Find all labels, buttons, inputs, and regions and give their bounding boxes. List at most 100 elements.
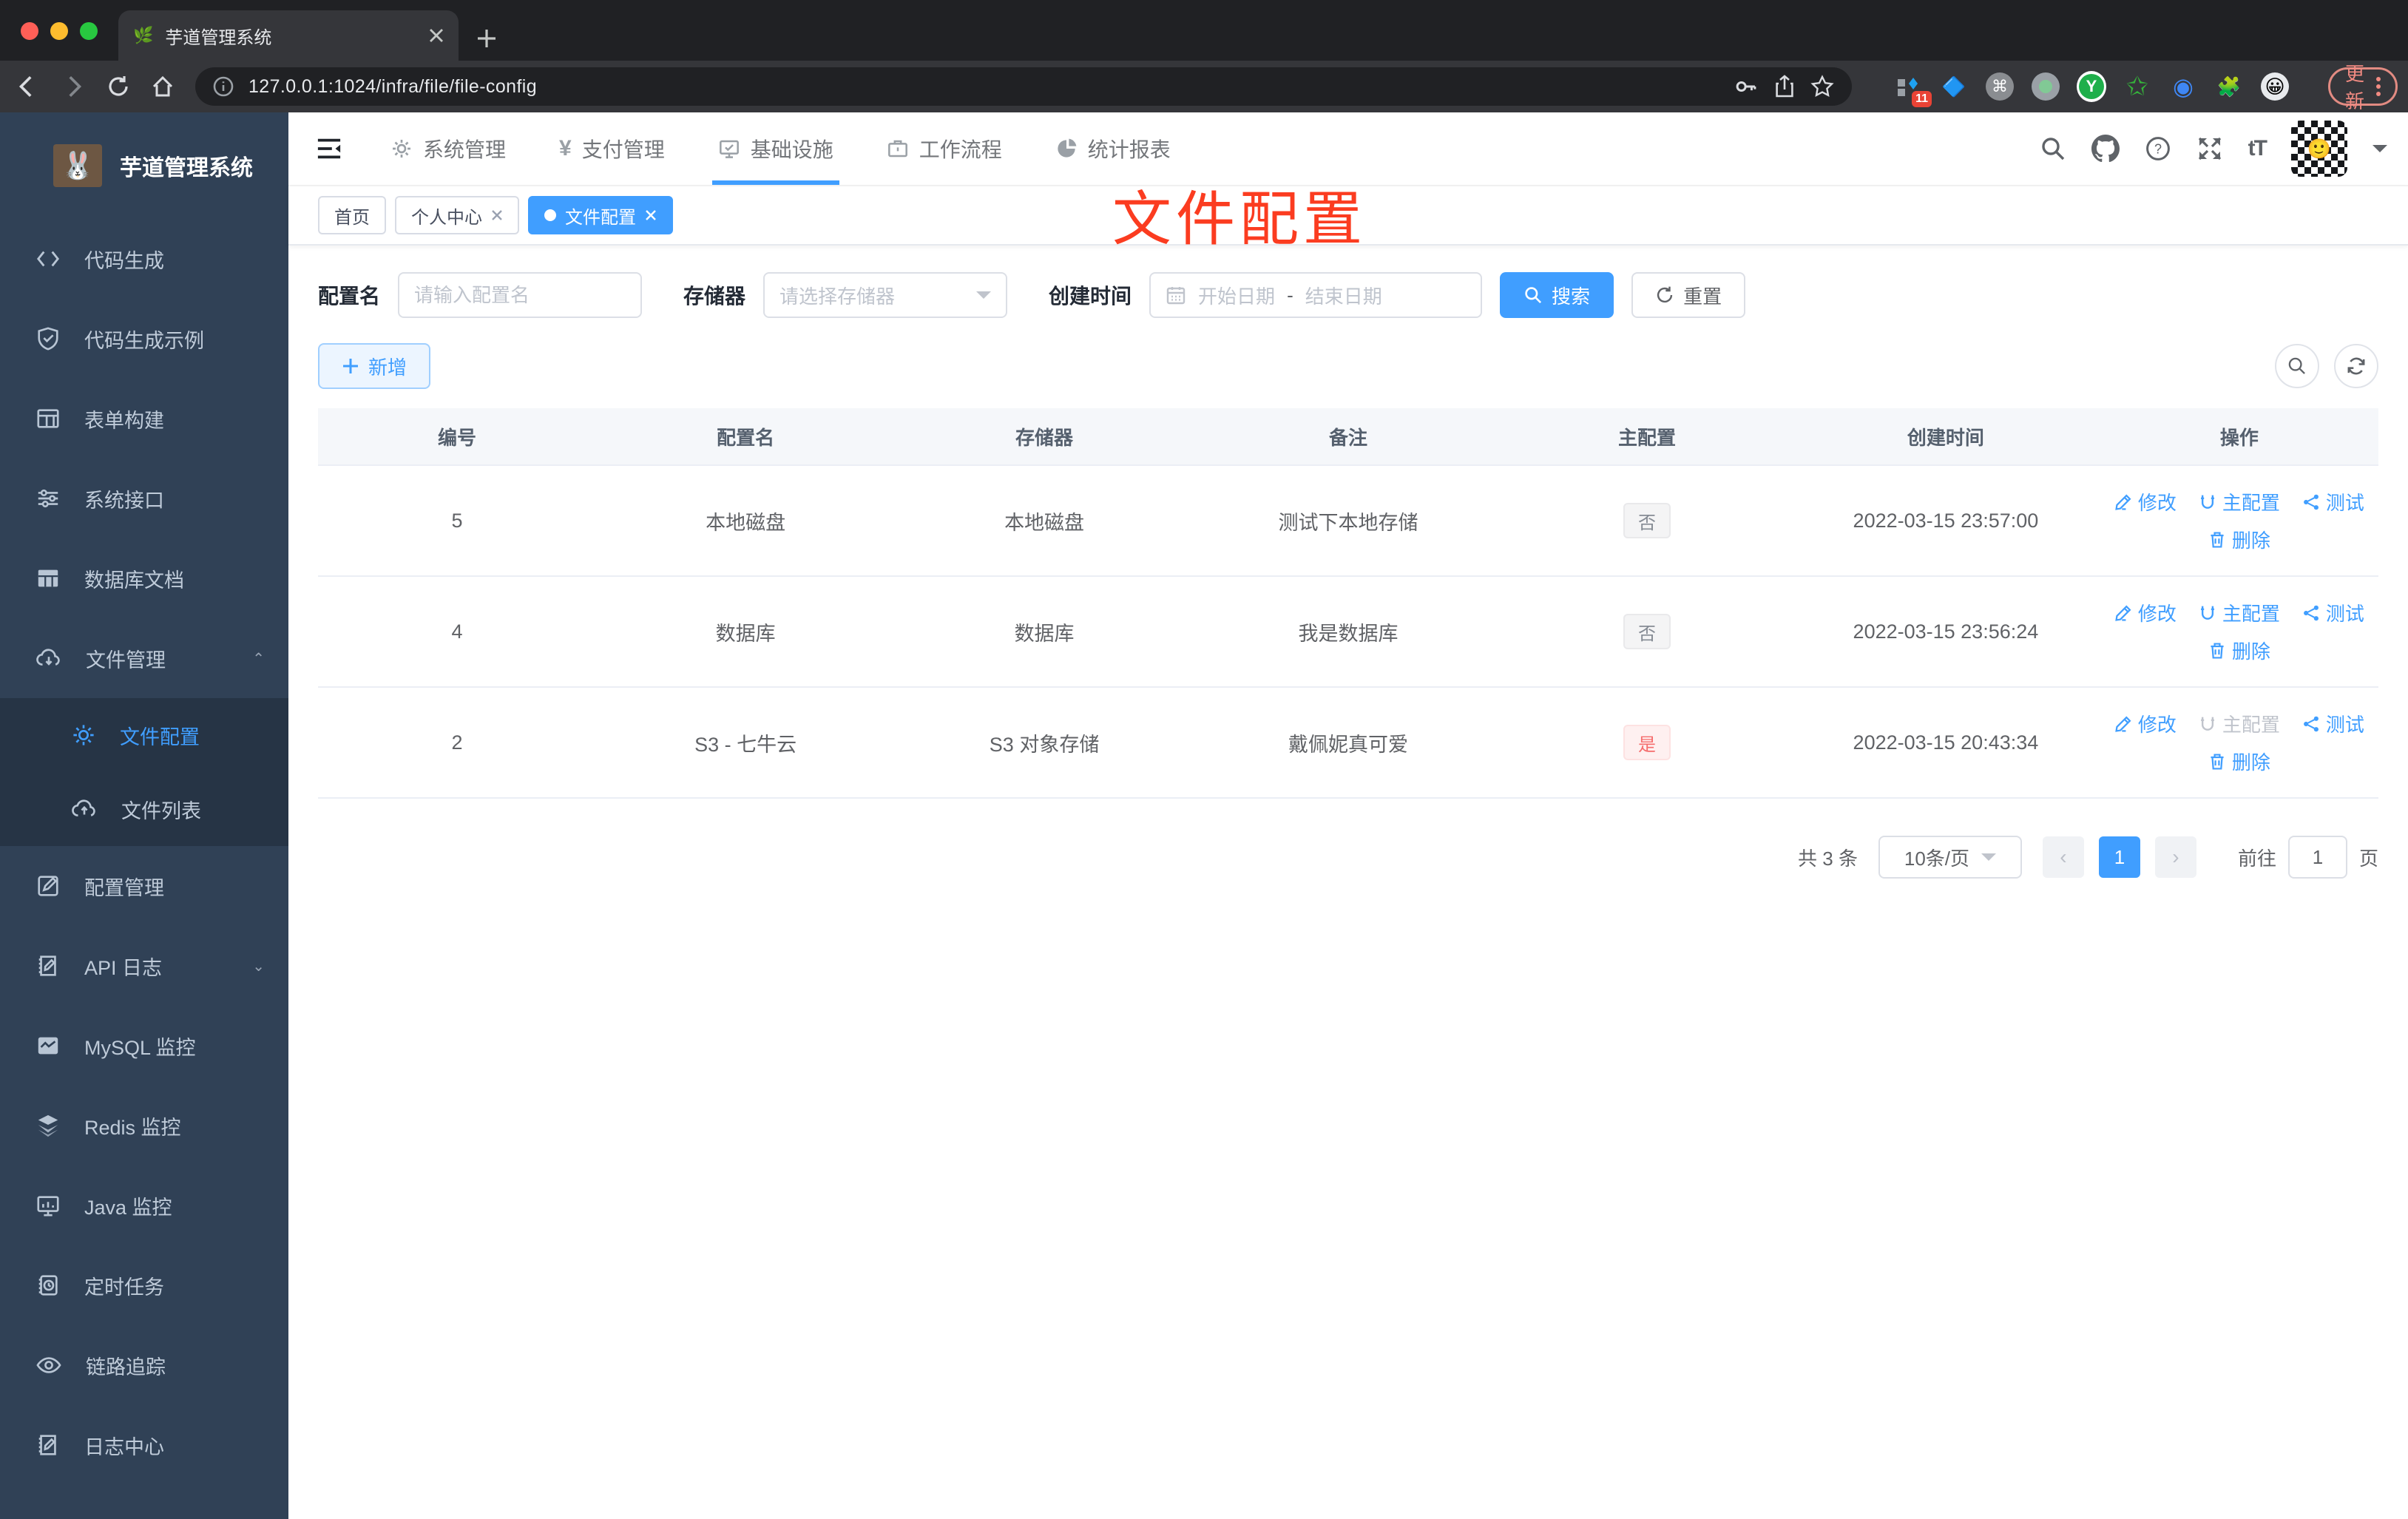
sidebar-item-api-log[interactable]: API 日志 ⌄	[0, 926, 288, 1006]
sidebar-item-form-builder[interactable]: 表单构建	[0, 379, 288, 459]
tag-home[interactable]: 首页	[318, 196, 386, 234]
cell-id: 5	[451, 509, 463, 532]
sidebar-item-config-management[interactable]: 配置管理	[0, 846, 288, 926]
page-number-current[interactable]: 1	[2098, 836, 2140, 878]
nav-item-system[interactable]: 系统管理	[364, 112, 532, 185]
date-range-picker[interactable]: 开始日期 - 结束日期	[1149, 272, 1483, 318]
minimize-window-button[interactable]	[50, 22, 68, 40]
extension-star-icon[interactable]: ✩	[2123, 71, 2152, 101]
sidebar-item-mysql-monitor[interactable]: MySQL 监控	[0, 1006, 288, 1086]
master-tag: 是	[1623, 725, 1671, 760]
extensions-puzzle-icon[interactable]: 🧩	[2214, 72, 2244, 101]
nav-item-workflow[interactable]: 工作流程	[860, 112, 1029, 185]
avatar-emoji: 🙂	[2307, 137, 2332, 160]
font-size-icon[interactable]: tT	[2248, 136, 2267, 161]
tag-file-config[interactable]: 文件配置	[528, 196, 673, 234]
browser-menu-icon[interactable]	[2376, 77, 2381, 96]
briefcase-icon	[887, 138, 909, 160]
search-button[interactable]: 搜索	[1500, 272, 1614, 318]
sidebar-item-trace[interactable]: 链路追踪	[0, 1325, 288, 1405]
add-button[interactable]: 新增	[318, 343, 431, 389]
sidebar-item-java-monitor[interactable]: Java 监控	[0, 1166, 288, 1245]
extension-emoji-icon[interactable]: 😀	[2260, 72, 2290, 101]
search-icon[interactable]	[2040, 135, 2066, 162]
address-bar[interactable]: 127.0.0.1:1024/infra/file/file-config	[195, 67, 1852, 106]
refresh-table-button[interactable]	[2334, 344, 2378, 388]
back-icon[interactable]	[15, 74, 40, 99]
forward-icon[interactable]	[61, 74, 86, 99]
add-button-label: 新增	[368, 356, 407, 379]
sidebar-item-file-config[interactable]: 文件配置	[0, 698, 288, 772]
help-icon[interactable]: ?	[2145, 135, 2171, 162]
table-toolbar: 新增	[318, 343, 2378, 389]
edit-action[interactable]: 修改	[2114, 599, 2177, 626]
config-name-input[interactable]	[398, 272, 643, 318]
browser-tab-strip: 🌿 芋道管理系统	[0, 0, 2408, 61]
storage-select[interactable]: 请选择存储器	[763, 272, 1008, 318]
sidebar-item-log-center[interactable]: 日志中心	[0, 1405, 288, 1485]
extension-grid-icon[interactable]: 11	[1893, 72, 1932, 107]
extension-recorder-icon[interactable]	[2031, 72, 2060, 101]
test-action[interactable]: 测试	[2302, 488, 2364, 515]
extension-y-logo-icon[interactable]: Y	[2077, 71, 2106, 102]
show-search-toggle-button[interactable]	[2275, 344, 2319, 388]
tag-close-icon[interactable]	[491, 209, 503, 221]
nav-item-label: 统计报表	[1087, 138, 1171, 161]
app-logo[interactable]: 🐰 芋道管理系统	[0, 112, 288, 219]
master-action[interactable]: 主配置	[2199, 488, 2280, 515]
goto-page-input[interactable]	[2287, 836, 2347, 879]
home-icon[interactable]	[151, 75, 175, 98]
master-action[interactable]: 主配置	[2199, 599, 2280, 626]
sidebar-collapse-icon[interactable]	[288, 136, 364, 161]
extension-gem-icon[interactable]: 🔷	[1939, 72, 1969, 101]
macos-window-controls[interactable]	[0, 22, 118, 61]
zoom-window-button[interactable]	[80, 22, 98, 40]
url-text[interactable]: 127.0.0.1:1024/infra/file/file-config	[248, 76, 1719, 98]
sidebar-item-system-api[interactable]: 系统接口	[0, 459, 288, 538]
delete-action[interactable]: 删除	[2208, 637, 2270, 664]
browser-tab[interactable]: 🌿 芋道管理系统	[118, 10, 459, 61]
sidebar-item-label: API 日志	[84, 956, 163, 979]
test-action[interactable]: 测试	[2302, 599, 2364, 626]
logo-rabbit-image: 🐰	[53, 144, 102, 187]
github-icon[interactable]	[2091, 135, 2120, 163]
sidebar-item-file-management[interactable]: 文件管理 ⌃	[0, 618, 288, 698]
sidebar-item-db-doc[interactable]: 数据库文档	[0, 538, 288, 618]
user-menu-caret-icon[interactable]	[2373, 145, 2387, 160]
tab-close-icon[interactable]	[429, 28, 444, 43]
browser-update-button[interactable]: 更新	[2328, 63, 2398, 112]
tag-close-icon[interactable]	[645, 209, 657, 221]
extension-command-icon[interactable]: ⌘	[1985, 72, 2015, 101]
bookmark-star-icon[interactable]	[1810, 75, 1834, 98]
sidebar-item-code-example[interactable]: 代码生成示例	[0, 299, 288, 379]
yen-icon: ¥	[559, 136, 572, 160]
edit-action[interactable]: 修改	[2114, 710, 2177, 737]
sidebar-item-file-list[interactable]: 文件列表	[0, 772, 288, 846]
nav-item-infrastructure[interactable]: 基础设施	[691, 112, 860, 185]
site-info-icon[interactable]	[213, 76, 234, 97]
delete-action[interactable]: 删除	[2208, 526, 2270, 553]
new-tab-button[interactable]	[476, 28, 497, 49]
next-page-button[interactable]: ›	[2154, 836, 2196, 878]
sidebar-item-label: MySQL 监控	[84, 1036, 196, 1059]
reload-icon[interactable]	[106, 75, 130, 98]
close-window-button[interactable]	[21, 22, 38, 40]
sidebar-item-redis-monitor[interactable]: Redis 监控	[0, 1086, 288, 1166]
sidebar-item-label: Java 监控	[84, 1196, 172, 1219]
fullscreen-icon[interactable]	[2196, 135, 2223, 162]
reset-button[interactable]: 重置	[1631, 272, 1746, 318]
password-key-icon[interactable]	[1734, 74, 1759, 99]
avatar[interactable]: 🙂	[2291, 121, 2347, 177]
date-end-placeholder: 结束日期	[1305, 285, 1382, 308]
share-icon[interactable]	[1773, 75, 1796, 98]
sidebar-item-code-generation[interactable]: 代码生成	[0, 219, 288, 299]
delete-action[interactable]: 删除	[2208, 748, 2270, 775]
tag-profile[interactable]: 个人中心	[395, 196, 519, 234]
prev-page-button[interactable]: ‹	[2042, 836, 2084, 878]
edit-action[interactable]: 修改	[2114, 488, 2177, 515]
page-size-select[interactable]: 10条/页	[1878, 836, 2022, 879]
test-action[interactable]: 测试	[2302, 710, 2364, 737]
nav-item-payment[interactable]: ¥ 支付管理	[532, 112, 691, 185]
extension-eye-icon[interactable]: ◉	[2168, 72, 2198, 101]
sidebar-item-scheduled-tasks[interactable]: 定时任务	[0, 1245, 288, 1325]
